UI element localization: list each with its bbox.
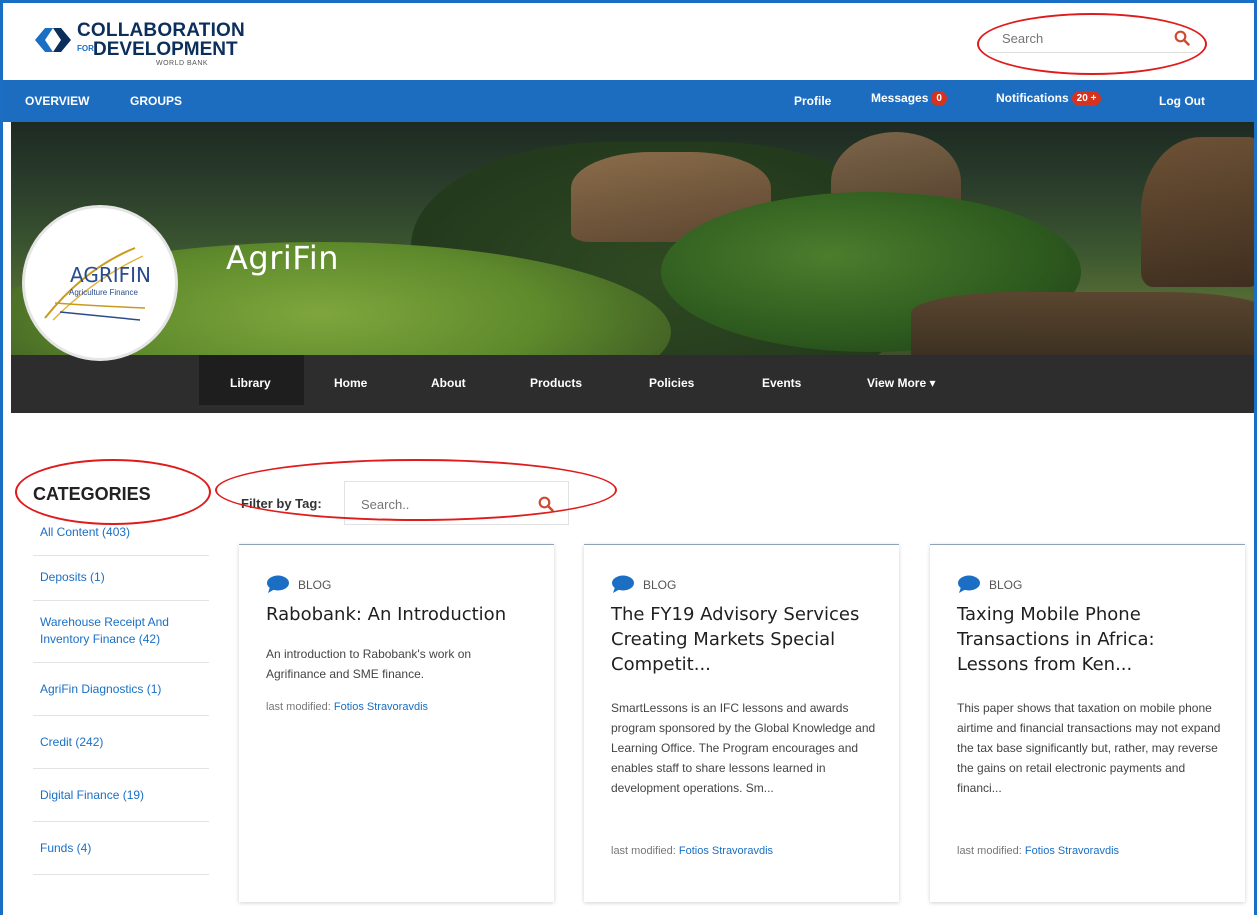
category-item[interactable]: Warehouse Receipt And Inventory Finance … <box>33 601 209 663</box>
tag-filter-input[interactable] <box>361 494 521 514</box>
search-icon[interactable] <box>1174 30 1190 46</box>
subnav-view-more[interactable]: View More ▾ <box>867 376 936 390</box>
main-nav: OVERVIEW GROUPS Profile Messages 0 Notifi… <box>3 80 1254 122</box>
content-card[interactable]: BLOG Rabobank: An Introduction An introd… <box>239 544 554 902</box>
nav-overview[interactable]: OVERVIEW <box>25 94 89 108</box>
nav-notifications[interactable]: Notifications 20 + <box>996 91 1102 106</box>
card-modified-label: last modified: <box>266 701 331 713</box>
category-item[interactable]: Deposits (1) <box>33 556 209 601</box>
content-card[interactable]: BLOG Taxing Mobile Phone Transactions in… <box>930 544 1245 902</box>
categories-title: CATEGORIES <box>33 484 151 504</box>
top-header: COLLABORATION FOR DEVELOPMENT WORLD BANK <box>3 3 1254 79</box>
notifications-count-badge: 20 + <box>1071 91 1102 106</box>
messages-count-badge: 0 <box>931 91 947 106</box>
nav-messages[interactable]: Messages 0 <box>871 91 947 106</box>
agrifin-logo-text: AGRIFIN <box>70 263 151 287</box>
nav-messages-label: Messages <box>871 91 929 105</box>
nav-profile[interactable]: Profile <box>794 94 831 108</box>
group-subnav: Library Home About Products Policies Eve… <box>11 355 1254 413</box>
card-description: SmartLessons is an IFC lessons and award… <box>611 701 876 795</box>
card-modified: last modified: Fotios Stravoravdis <box>957 845 1119 857</box>
page-frame: COLLABORATION FOR DEVELOPMENT WORLD BANK… <box>0 0 1257 915</box>
group-avatar: AGRIFIN Agriculture Finance <box>22 205 178 361</box>
speech-bubble-icon <box>612 575 634 593</box>
top-search <box>988 23 1198 53</box>
card-type-label: BLOG <box>643 578 677 592</box>
category-item[interactable]: Funds (4) <box>33 822 209 875</box>
category-list: All Content (403) Deposits (1) Warehouse… <box>33 519 209 875</box>
search-icon[interactable] <box>538 496 554 512</box>
card-title[interactable]: The FY19 Advisory Services Creating Mark… <box>611 602 881 677</box>
group-title: AgriFin <box>226 239 339 277</box>
subnav-events[interactable]: Events <box>762 376 801 390</box>
group-banner-image: AgriFin <box>11 122 1254 355</box>
tag-filter-box <box>344 481 569 525</box>
card-modified: last modified: Fotios Stravoravdis <box>611 845 773 857</box>
subnav-library[interactable]: Library <box>230 376 271 390</box>
card-description: This paper shows that taxation on mobile… <box>957 701 1221 795</box>
speech-bubble-icon <box>267 575 289 593</box>
card-type: BLOG <box>957 575 1022 593</box>
card-type-label: BLOG <box>298 578 332 592</box>
nav-groups[interactable]: GROUPS <box>130 94 182 108</box>
agrifin-logo-subtext: Agriculture Finance <box>69 288 138 297</box>
subnav-about[interactable]: About <box>431 376 466 390</box>
card-title[interactable]: Rabobank: An Introduction <box>266 602 536 627</box>
card-modified-label: last modified: <box>611 845 676 857</box>
card-modified: last modified: Fotios Stravoravdis <box>266 701 428 713</box>
card-author-link[interactable]: Fotios Stravoravdis <box>334 701 428 713</box>
category-item[interactable]: AgriFin Diagnostics (1) <box>33 663 209 716</box>
category-item[interactable]: Credit (242) <box>33 716 209 769</box>
content-card[interactable]: BLOG The FY19 Advisory Services Creating… <box>584 544 899 902</box>
subnav-home[interactable]: Home <box>334 376 367 390</box>
site-logo[interactable]: COLLABORATION FOR DEVELOPMENT WORLD BANK <box>33 19 245 75</box>
top-search-input[interactable] <box>1002 27 1162 49</box>
card-type: BLOG <box>266 575 331 593</box>
subnav-policies[interactable]: Policies <box>649 376 694 390</box>
card-author-link[interactable]: Fotios Stravoravdis <box>1025 845 1119 857</box>
logo-line2: DEVELOPMENT <box>93 39 238 60</box>
card-title[interactable]: Taxing Mobile Phone Transactions in Afri… <box>957 602 1227 677</box>
nav-notifications-label: Notifications <box>996 91 1069 105</box>
filter-by-tag-label: Filter by Tag: <box>241 496 322 511</box>
category-item[interactable]: All Content (403) <box>33 519 209 556</box>
category-item[interactable]: Digital Finance (19) <box>33 769 209 822</box>
card-type: BLOG <box>611 575 676 593</box>
nav-logout[interactable]: Log Out <box>1159 94 1205 108</box>
subnav-products[interactable]: Products <box>530 376 582 390</box>
logo-mark-icon <box>35 28 71 52</box>
logo-for: FOR <box>77 44 94 53</box>
speech-bubble-icon <box>958 575 980 593</box>
card-description: An introduction to Rabobank's work on Ag… <box>266 647 472 681</box>
card-modified-label: last modified: <box>957 845 1022 857</box>
card-author-link[interactable]: Fotios Stravoravdis <box>679 845 773 857</box>
logo-line3: WORLD BANK <box>156 60 209 67</box>
card-type-label: BLOG <box>989 578 1023 592</box>
